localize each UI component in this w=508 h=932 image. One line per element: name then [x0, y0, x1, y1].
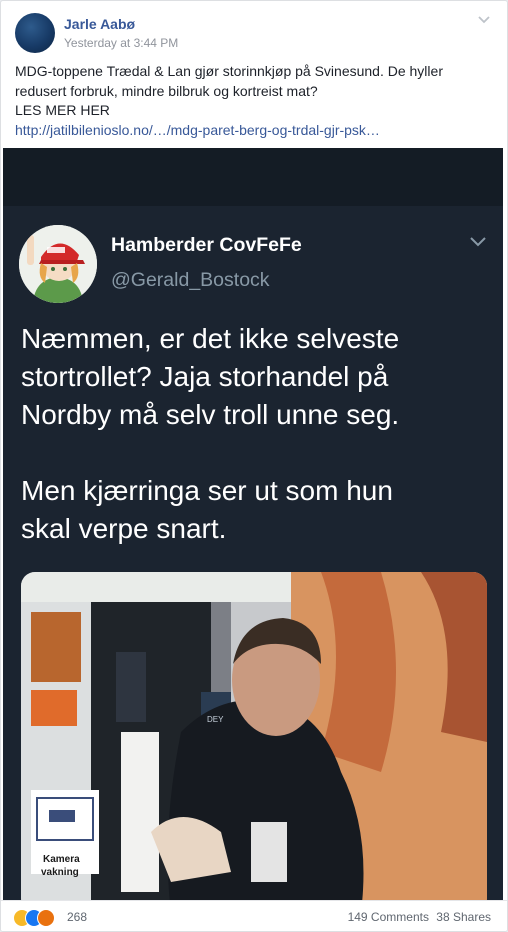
post-stats: 149 Comments 38 Shares — [344, 910, 491, 924]
tweet-line: skal verpe snart. — [21, 513, 227, 544]
post-header: Jarle Aabø Yesterday at 3:44 PM — [15, 12, 495, 56]
store-photo-illustration: Kamera vakning DEY — [21, 572, 487, 900]
comments-count[interactable]: 149 Comments — [348, 910, 429, 924]
reaction-icons[interactable] — [13, 909, 65, 927]
tweet-line: Næmmen, er det ikke selveste — [21, 323, 400, 354]
shelf-text: DEY — [207, 715, 224, 724]
facebook-post: Jarle Aabø Yesterday at 3:44 PM MDG-topp… — [0, 0, 508, 932]
post-text-line: MDG-toppene Trædal & Lan gjør storinnkjø… — [15, 63, 443, 79]
post-text-line: LES MER HER — [15, 102, 110, 118]
author-avatar[interactable] — [15, 13, 55, 53]
shared-tweet-image[interactable]: Hamberder CovFeFe @Gerald_Bostock Næmmen… — [3, 148, 503, 900]
sign-text: Kamera — [43, 854, 80, 865]
post-timestamp[interactable]: Yesterday at 3:44 PM — [64, 36, 178, 50]
sign-text: vakning — [41, 867, 79, 878]
reaction-count[interactable]: 268 — [67, 910, 87, 924]
avatar-illustration — [19, 225, 97, 303]
tweet-author-name: Hamberder CovFeFe — [111, 234, 302, 256]
angry-reaction-icon — [37, 909, 55, 927]
tweet-text: Næmmen, er det ikke selveste stortrollet… — [21, 320, 491, 548]
post-footer: 268 149 Comments 38 Shares — [1, 900, 507, 931]
tweet-author-handle: @Gerald_Bostock — [111, 269, 270, 291]
post-text-line: redusert forbruk, mindre bilbruk og kort… — [15, 82, 318, 99]
author-name[interactable]: Jarle Aabø — [64, 16, 135, 32]
tweet-avatar — [19, 225, 97, 303]
tweet-topbar — [3, 148, 503, 206]
shares-count[interactable]: 38 Shares — [436, 910, 491, 924]
tweet-line: Men kjærringa ser ut som hun — [21, 475, 393, 506]
tweet-photo: Kamera vakning DEY — [21, 572, 487, 900]
chevron-down-icon — [470, 237, 486, 247]
post-link[interactable]: http://jatilbilenioslo.no/…/mdg-paret-be… — [15, 121, 491, 141]
tweet-line: Nordby må selv troll unne seg. — [21, 399, 400, 430]
post-text: MDG-toppene Trædal & Lan gjør storinnkjø… — [15, 62, 491, 140]
chevron-down-icon[interactable] — [477, 12, 491, 26]
tweet-line: stortrollet? Jaja storhandel på — [21, 361, 389, 392]
